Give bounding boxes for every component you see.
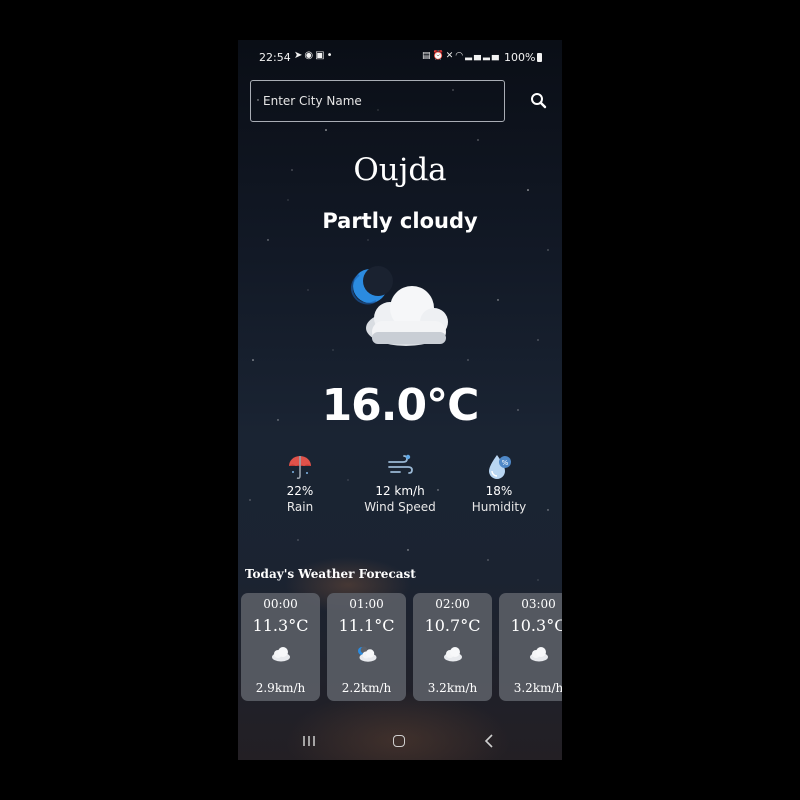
search-icon	[531, 93, 547, 109]
forecast-time: 00:00	[263, 597, 298, 611]
instagram-icon: ▣	[315, 50, 327, 61]
status-time: 22:54	[259, 51, 291, 64]
forecast-time: 02:00	[435, 597, 470, 611]
mute-icon: ✕	[445, 51, 456, 61]
forecast-card[interactable]: 01:00 11.1°C 2.2km/h	[327, 593, 406, 701]
forecast-temperature: 10.7°C	[424, 616, 481, 635]
search-button[interactable]	[528, 90, 550, 112]
status-bar: 22:54 ➤◉▣• ▤⏰✕◠▂▄▂▄ 100%	[238, 40, 562, 76]
forecast-time: 03:00	[521, 597, 556, 611]
dot-icon: •	[326, 50, 335, 61]
weather-condition: Partly cloudy	[322, 209, 478, 233]
system-nav-bar	[238, 722, 562, 760]
moon-cloud-icon	[358, 646, 377, 662]
forecast-wind: 3.2km/h	[513, 681, 562, 695]
wind-metric: 12 km/h Wind Speed	[355, 452, 445, 516]
wind-speed-value: 12 km/h	[375, 484, 425, 498]
umbrella-icon	[289, 456, 311, 480]
humidity-value: 18%	[485, 484, 513, 498]
forecast-temperature: 10.3°C	[510, 616, 562, 635]
city-name: Oujda	[353, 152, 447, 188]
status-right-icons: ▤⏰✕◠▂▄▂▄	[422, 51, 501, 61]
phone-screen: 22:54 ➤◉▣• ▤⏰✕◠▂▄▂▄ 100% Oujda Partly cl…	[238, 40, 562, 760]
home-icon[interactable]	[393, 735, 405, 747]
signal-icon: ▂▄	[465, 51, 483, 61]
navigation-icon: ➤	[294, 50, 305, 61]
forecast-card[interactable]: 02:00 10.7°C 3.2km/h	[413, 593, 492, 701]
hourly-forecast-list[interactable]: 00:00 11.3°C 2.9km/h 01:00 11.1°C 2.2km/…	[240, 593, 562, 703]
cloud-icon	[272, 647, 290, 662]
wifi-icon: ◠	[455, 51, 466, 61]
signal-icon: ▂▄	[482, 51, 501, 61]
wind-speed-label: Wind Speed	[364, 500, 436, 514]
wind-icon	[388, 454, 413, 474]
city-search-input[interactable]	[250, 80, 505, 122]
rain-metric: 22% Rain	[255, 452, 345, 516]
status-left-icons: ➤◉▣•	[294, 50, 334, 61]
battery-indicator: 100%	[504, 51, 543, 64]
forecast-card[interactable]: 00:00 11.3°C 2.9km/h	[241, 593, 320, 701]
back-icon[interactable]	[484, 734, 494, 748]
recents-icon[interactable]	[302, 735, 316, 747]
battery-icon	[537, 53, 543, 62]
forecast-temperature: 11.3°C	[252, 616, 309, 635]
battery-percent: 100%	[504, 51, 536, 64]
cloud-icon	[444, 647, 462, 662]
current-temperature: 16.0°C	[321, 380, 480, 431]
moon-cloud-icon	[350, 266, 448, 346]
forecast-time: 01:00	[349, 597, 384, 611]
forecast-wind: 3.2km/h	[427, 681, 478, 695]
messenger-icon: ◉	[304, 50, 316, 61]
humidity-metric: % 18% Humidity	[454, 452, 544, 516]
humidity-icon: %	[489, 455, 511, 479]
alarm-icon: ⏰	[432, 51, 446, 61]
forecast-wind: 2.9km/h	[255, 681, 306, 695]
humidity-label: Humidity	[471, 500, 527, 514]
forecast-title: Today's Weather Forecast	[245, 567, 416, 581]
forecast-temperature: 11.1°C	[338, 616, 395, 635]
sim-icon: ▤	[422, 51, 433, 61]
forecast-card[interactable]: 03:00 10.3°C 3.2km/h	[499, 593, 562, 701]
svg-text:%: %	[502, 459, 509, 467]
cloud-icon	[530, 647, 548, 662]
rain-label: Rain	[286, 500, 314, 514]
forecast-wind: 2.2km/h	[341, 681, 392, 695]
rain-value: 22%	[286, 484, 314, 498]
